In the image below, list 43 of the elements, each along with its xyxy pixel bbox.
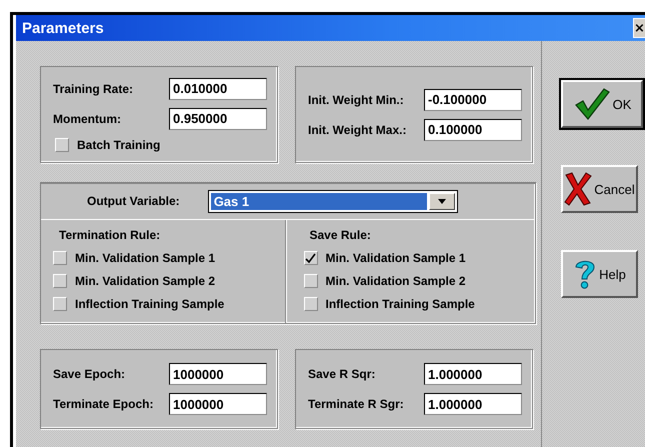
checkbox[interactable]: [304, 251, 318, 265]
check-icon: [572, 87, 611, 121]
dropdown-arrow-icon: [438, 198, 446, 204]
input-field[interactable]: 0.950000: [169, 108, 267, 130]
checkbox-label: Min. Validation Sample 1: [75, 251, 216, 265]
checkbox-label: Inflection Training Sample: [326, 297, 475, 311]
checkbox[interactable]: [53, 251, 67, 265]
input-field[interactable]: -0.100000: [424, 88, 522, 110]
field-label: Terminate R Sgr:: [308, 397, 404, 411]
input-field[interactable]: 1000000: [169, 393, 267, 415]
field-label: Save R Sqr:: [308, 367, 376, 381]
checkbox-label: Min. Validation Sample 1: [326, 251, 466, 265]
cancel-button[interactable]: Cancel: [561, 165, 638, 213]
x-mark-icon: [564, 172, 592, 206]
dropdown[interactable]: Gas 1: [208, 190, 458, 212]
field-label: Init. Weight Min.:: [308, 92, 404, 106]
checkbox[interactable]: [55, 138, 69, 152]
checkbox-label: Min. Validation Sample 2: [75, 274, 216, 288]
checkbox[interactable]: [304, 274, 318, 288]
field-label: Terminate Epoch:: [53, 397, 154, 411]
checkbox-label: Batch Training: [77, 138, 160, 152]
close-button[interactable]: ×: [633, 18, 645, 38]
input-field[interactable]: 1000000: [169, 363, 267, 385]
field-label: Init. Weight Max.:: [308, 122, 406, 136]
checkbox[interactable]: [53, 297, 67, 311]
section-label: Save Rule:: [308, 228, 372, 242]
help-button[interactable]: Help: [561, 250, 638, 298]
section-label: Termination Rule:: [58, 228, 162, 242]
checkbox[interactable]: [304, 297, 318, 311]
field-label: Output Variable:: [87, 194, 180, 208]
checkbox[interactable]: [53, 274, 67, 288]
window-title: Parameters: [22, 20, 104, 36]
field-label: Save Epoch:: [53, 367, 126, 381]
checkbox-label: Inflection Training Sample: [75, 297, 224, 311]
field-label: Training Rate:: [53, 82, 134, 96]
field-label: Momentum:: [53, 112, 121, 126]
input-field[interactable]: 0.100000: [424, 118, 522, 140]
question-mark-icon: [573, 258, 598, 290]
ok-button[interactable]: OK: [561, 80, 643, 128]
input-field[interactable]: 1.000000: [424, 393, 522, 415]
checkbox-label: Min. Validation Sample 2: [326, 274, 466, 288]
input-field[interactable]: 0.010000: [169, 78, 267, 100]
input-field[interactable]: 1.000000: [424, 363, 522, 385]
